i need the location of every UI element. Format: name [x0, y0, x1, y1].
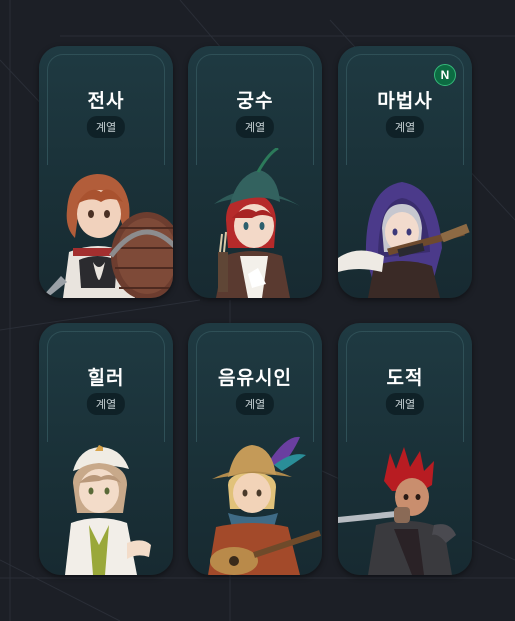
class-tag-badge: 계열 — [86, 393, 126, 415]
class-tag-badge: 계열 — [235, 393, 275, 415]
class-card-mage[interactable]: N 마법사 계열 — [338, 46, 472, 298]
class-name: 마법사 — [377, 91, 433, 112]
class-card-warrior[interactable]: 전사 계열 — [39, 46, 173, 298]
rogue-portrait — [338, 447, 456, 575]
class-name: 힐러 — [87, 368, 125, 389]
class-tag-badge: 계열 — [385, 116, 425, 138]
class-tag-badge: 계열 — [385, 393, 425, 415]
new-badge: N — [434, 64, 456, 86]
class-name: 궁수 — [236, 91, 274, 112]
class-card-archer[interactable]: 궁수 계열 — [188, 46, 322, 298]
class-tag-badge: 계열 — [235, 116, 275, 138]
mage-portrait — [338, 182, 470, 298]
archer-portrait — [214, 148, 300, 298]
class-name: 전사 — [87, 91, 125, 112]
class-card-bard[interactable]: 음유시인 계열 — [188, 323, 322, 575]
healer-portrait — [65, 445, 151, 575]
class-name: 음유시인 — [218, 368, 292, 389]
class-tag-badge: 계열 — [86, 116, 126, 138]
class-name: 도적 — [386, 368, 424, 389]
class-card-healer[interactable]: 힐러 계열 — [39, 323, 173, 575]
warrior-portrait — [41, 174, 173, 298]
bard-portrait — [208, 436, 321, 575]
class-card-rogue[interactable]: 도적 계열 — [338, 323, 472, 575]
